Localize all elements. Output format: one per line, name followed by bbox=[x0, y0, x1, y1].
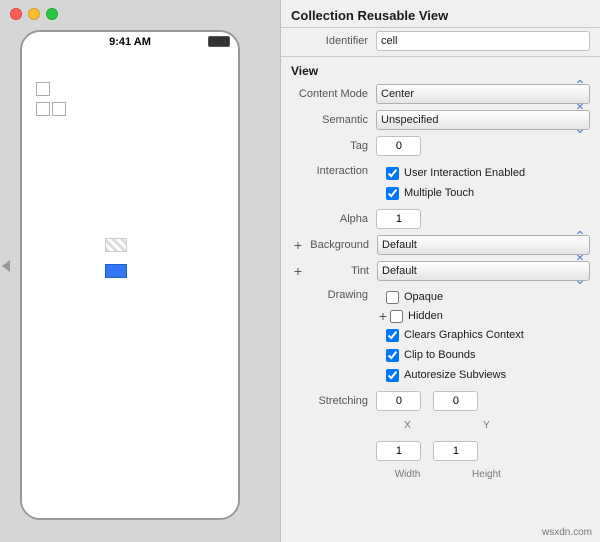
background-select-wrapper: Default ⌃⌄ bbox=[377, 235, 590, 255]
tint-label: Tint bbox=[305, 265, 377, 277]
phone-frame: 9:41 AM bbox=[20, 30, 240, 520]
stretching-xy-row: Stretching ▲ ▼ ▲ ▼ bbox=[281, 388, 600, 414]
wh-labels: Width Height bbox=[376, 469, 518, 480]
identifier-label: Identifier bbox=[291, 35, 376, 47]
autoresize-label: Autoresize Subviews bbox=[404, 369, 506, 381]
close-button[interactable] bbox=[10, 8, 22, 20]
clip-bounds-row: Clip to Bounds bbox=[376, 345, 534, 365]
autoresize-row: Autoresize Subviews bbox=[376, 365, 534, 385]
stretch-y-input[interactable] bbox=[433, 391, 478, 411]
user-interaction-label: User Interaction Enabled bbox=[404, 167, 525, 179]
divider bbox=[281, 56, 600, 57]
height-label: Height bbox=[455, 469, 518, 480]
wh-label-row: Width Height bbox=[281, 464, 600, 488]
y-label: Y bbox=[455, 420, 518, 431]
multiple-touch-row: Multiple Touch bbox=[376, 183, 535, 203]
opaque-row: Opaque bbox=[376, 287, 534, 307]
content-mode-label: Content Mode bbox=[291, 88, 376, 100]
ui-element-square bbox=[36, 102, 50, 116]
hidden-checkbox[interactable] bbox=[390, 310, 403, 323]
tint-plus-button[interactable]: + bbox=[291, 264, 305, 278]
x-label: X bbox=[376, 420, 439, 431]
content-mode-select[interactable]: Center bbox=[376, 84, 590, 104]
tag-stepper-group: ▲ ▼ bbox=[376, 136, 417, 156]
stretch-x-input[interactable] bbox=[376, 391, 421, 411]
clip-bounds-label: Clip to Bounds bbox=[404, 349, 476, 361]
ui-element-square bbox=[52, 102, 66, 116]
stretch-h-input[interactable] bbox=[433, 441, 478, 461]
opaque-checkbox[interactable] bbox=[386, 291, 399, 304]
semantic-label: Semantic bbox=[291, 114, 376, 126]
semantic-row: Semantic Unspecified ⌃⌄ bbox=[281, 107, 600, 133]
autoresize-checkbox[interactable] bbox=[386, 369, 399, 382]
clears-graphics-checkbox[interactable] bbox=[386, 329, 399, 342]
clears-graphics-row: Clears Graphics Context bbox=[376, 325, 534, 345]
xy-labels: X Y bbox=[376, 420, 518, 431]
maximize-button[interactable] bbox=[46, 8, 58, 20]
interaction-label: Interaction bbox=[291, 163, 376, 177]
phone-content bbox=[22, 52, 238, 518]
drawing-plus-button[interactable]: + bbox=[376, 309, 390, 323]
arrow-left-icon bbox=[2, 260, 10, 272]
simulator-panel: 9:41 AM bbox=[0, 0, 280, 542]
semantic-select-wrapper: Unspecified ⌃⌄ bbox=[376, 110, 590, 130]
phone-time: 9:41 AM bbox=[109, 36, 151, 48]
user-interaction-checkbox[interactable] bbox=[386, 167, 399, 180]
interaction-checkboxes: User Interaction Enabled Multiple Touch bbox=[376, 163, 535, 203]
stretch-x-group: ▲ ▼ bbox=[376, 391, 417, 411]
stretch-w-group: ▲ ▼ bbox=[376, 441, 417, 461]
xy-label-row: X Y bbox=[281, 414, 600, 438]
view-section-label: View bbox=[281, 59, 600, 81]
width-label: Width bbox=[376, 469, 439, 480]
drawing-label: Drawing bbox=[291, 287, 376, 301]
multiple-touch-label: Multiple Touch bbox=[404, 187, 474, 199]
background-select[interactable]: Default bbox=[377, 235, 590, 255]
inspector-panel: Collection Reusable View Identifier View… bbox=[280, 0, 600, 542]
stretch-w-input[interactable] bbox=[376, 441, 421, 461]
minimize-button[interactable] bbox=[28, 8, 40, 20]
tag-input[interactable] bbox=[376, 136, 421, 156]
clears-graphics-label: Clears Graphics Context bbox=[404, 329, 524, 341]
background-plus-button[interactable]: + bbox=[291, 238, 305, 252]
tint-select-wrapper: Default ⌃⌄ bbox=[377, 261, 590, 281]
semantic-select[interactable]: Unspecified bbox=[376, 110, 590, 130]
stretch-y-group: ▲ ▼ bbox=[433, 391, 474, 411]
identifier-input[interactable] bbox=[376, 31, 590, 51]
alpha-input[interactable] bbox=[376, 209, 421, 229]
inspector-title: Collection Reusable View bbox=[281, 0, 600, 28]
stretching-label: Stretching bbox=[291, 395, 376, 407]
user-interaction-row: User Interaction Enabled bbox=[376, 163, 535, 183]
background-row: + Background Default ⌃⌄ bbox=[281, 232, 600, 258]
clip-bounds-checkbox[interactable] bbox=[386, 349, 399, 362]
stretching-wh-fields: ▲ ▼ ▲ ▼ bbox=[376, 441, 474, 461]
stretching-xy-fields: ▲ ▼ ▲ ▼ bbox=[376, 391, 474, 411]
drawing-checkboxes: Opaque + Hidden Clears Graphics Context … bbox=[376, 287, 534, 385]
alpha-label: Alpha bbox=[291, 213, 376, 225]
alpha-row: Alpha ▲ ▼ bbox=[281, 206, 600, 232]
watermark: wsxdn.com bbox=[542, 527, 592, 538]
hidden-row: + Hidden bbox=[376, 307, 534, 325]
interaction-row: Interaction User Interaction Enabled Mul… bbox=[281, 159, 600, 206]
content-mode-select-wrapper: Center ⌃⌄ bbox=[376, 84, 590, 104]
alpha-stepper-group: ▲ ▼ bbox=[376, 209, 417, 229]
drawing-row: Drawing Opaque + Hidden Clears Graphics … bbox=[281, 284, 600, 388]
multiple-touch-checkbox[interactable] bbox=[386, 187, 399, 200]
hidden-label: Hidden bbox=[408, 310, 443, 322]
ui-element-square bbox=[36, 82, 50, 96]
tint-row: + Tint Default ⌃⌄ bbox=[281, 258, 600, 284]
tag-label: Tag bbox=[291, 140, 376, 152]
traffic-lights bbox=[10, 8, 58, 20]
status-bar: 9:41 AM bbox=[22, 32, 238, 52]
opaque-label: Opaque bbox=[404, 291, 443, 303]
stretch-h-group: ▲ ▼ bbox=[433, 441, 474, 461]
tag-row: Tag ▲ ▼ bbox=[281, 133, 600, 159]
battery-icon bbox=[208, 36, 230, 47]
identifier-row: Identifier bbox=[281, 28, 600, 54]
tint-select[interactable]: Default bbox=[377, 261, 590, 281]
content-mode-row: Content Mode Center ⌃⌄ bbox=[281, 81, 600, 107]
background-label: Background bbox=[305, 239, 377, 251]
stretching-wh-row: ▲ ▼ ▲ ▼ bbox=[281, 438, 600, 464]
